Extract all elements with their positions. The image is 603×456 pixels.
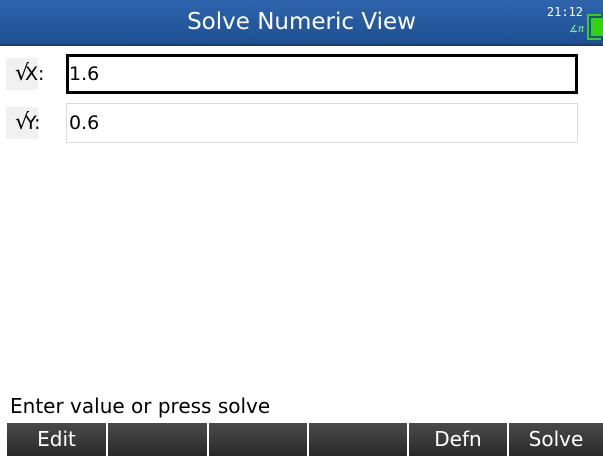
variable-row-x: √ X: 1.6 bbox=[0, 54, 603, 94]
title-bar: Solve Numeric View 21:12 ∡π bbox=[0, 0, 603, 46]
battery-icon bbox=[587, 14, 603, 40]
softkey-4[interactable] bbox=[309, 423, 409, 456]
status-message: Enter value or press solve bbox=[10, 394, 271, 418]
page-title: Solve Numeric View bbox=[187, 9, 416, 35]
calculator-screen: Solve Numeric View 21:12 ∡π √ X: 1.6 √ Y… bbox=[0, 0, 603, 456]
value-field-x[interactable]: 1.6 bbox=[66, 54, 578, 94]
softkey-bar: Edit Defn Solve bbox=[0, 423, 603, 456]
angle-mode-icon: ∡π bbox=[569, 24, 584, 35]
variable-label-y: Y: bbox=[25, 112, 41, 134]
edit-softkey[interactable]: Edit bbox=[7, 423, 108, 456]
clock: 21:12 bbox=[546, 5, 583, 19]
variable-label-x: X: bbox=[25, 63, 45, 85]
value-field-y[interactable]: 0.6 bbox=[66, 103, 578, 143]
solve-softkey[interactable]: Solve bbox=[509, 423, 603, 456]
softkey-3[interactable] bbox=[209, 423, 309, 456]
variable-row-y: √ Y: 0.6 bbox=[0, 103, 603, 143]
defn-softkey[interactable]: Defn bbox=[409, 423, 509, 456]
softkey-2[interactable] bbox=[108, 423, 209, 456]
